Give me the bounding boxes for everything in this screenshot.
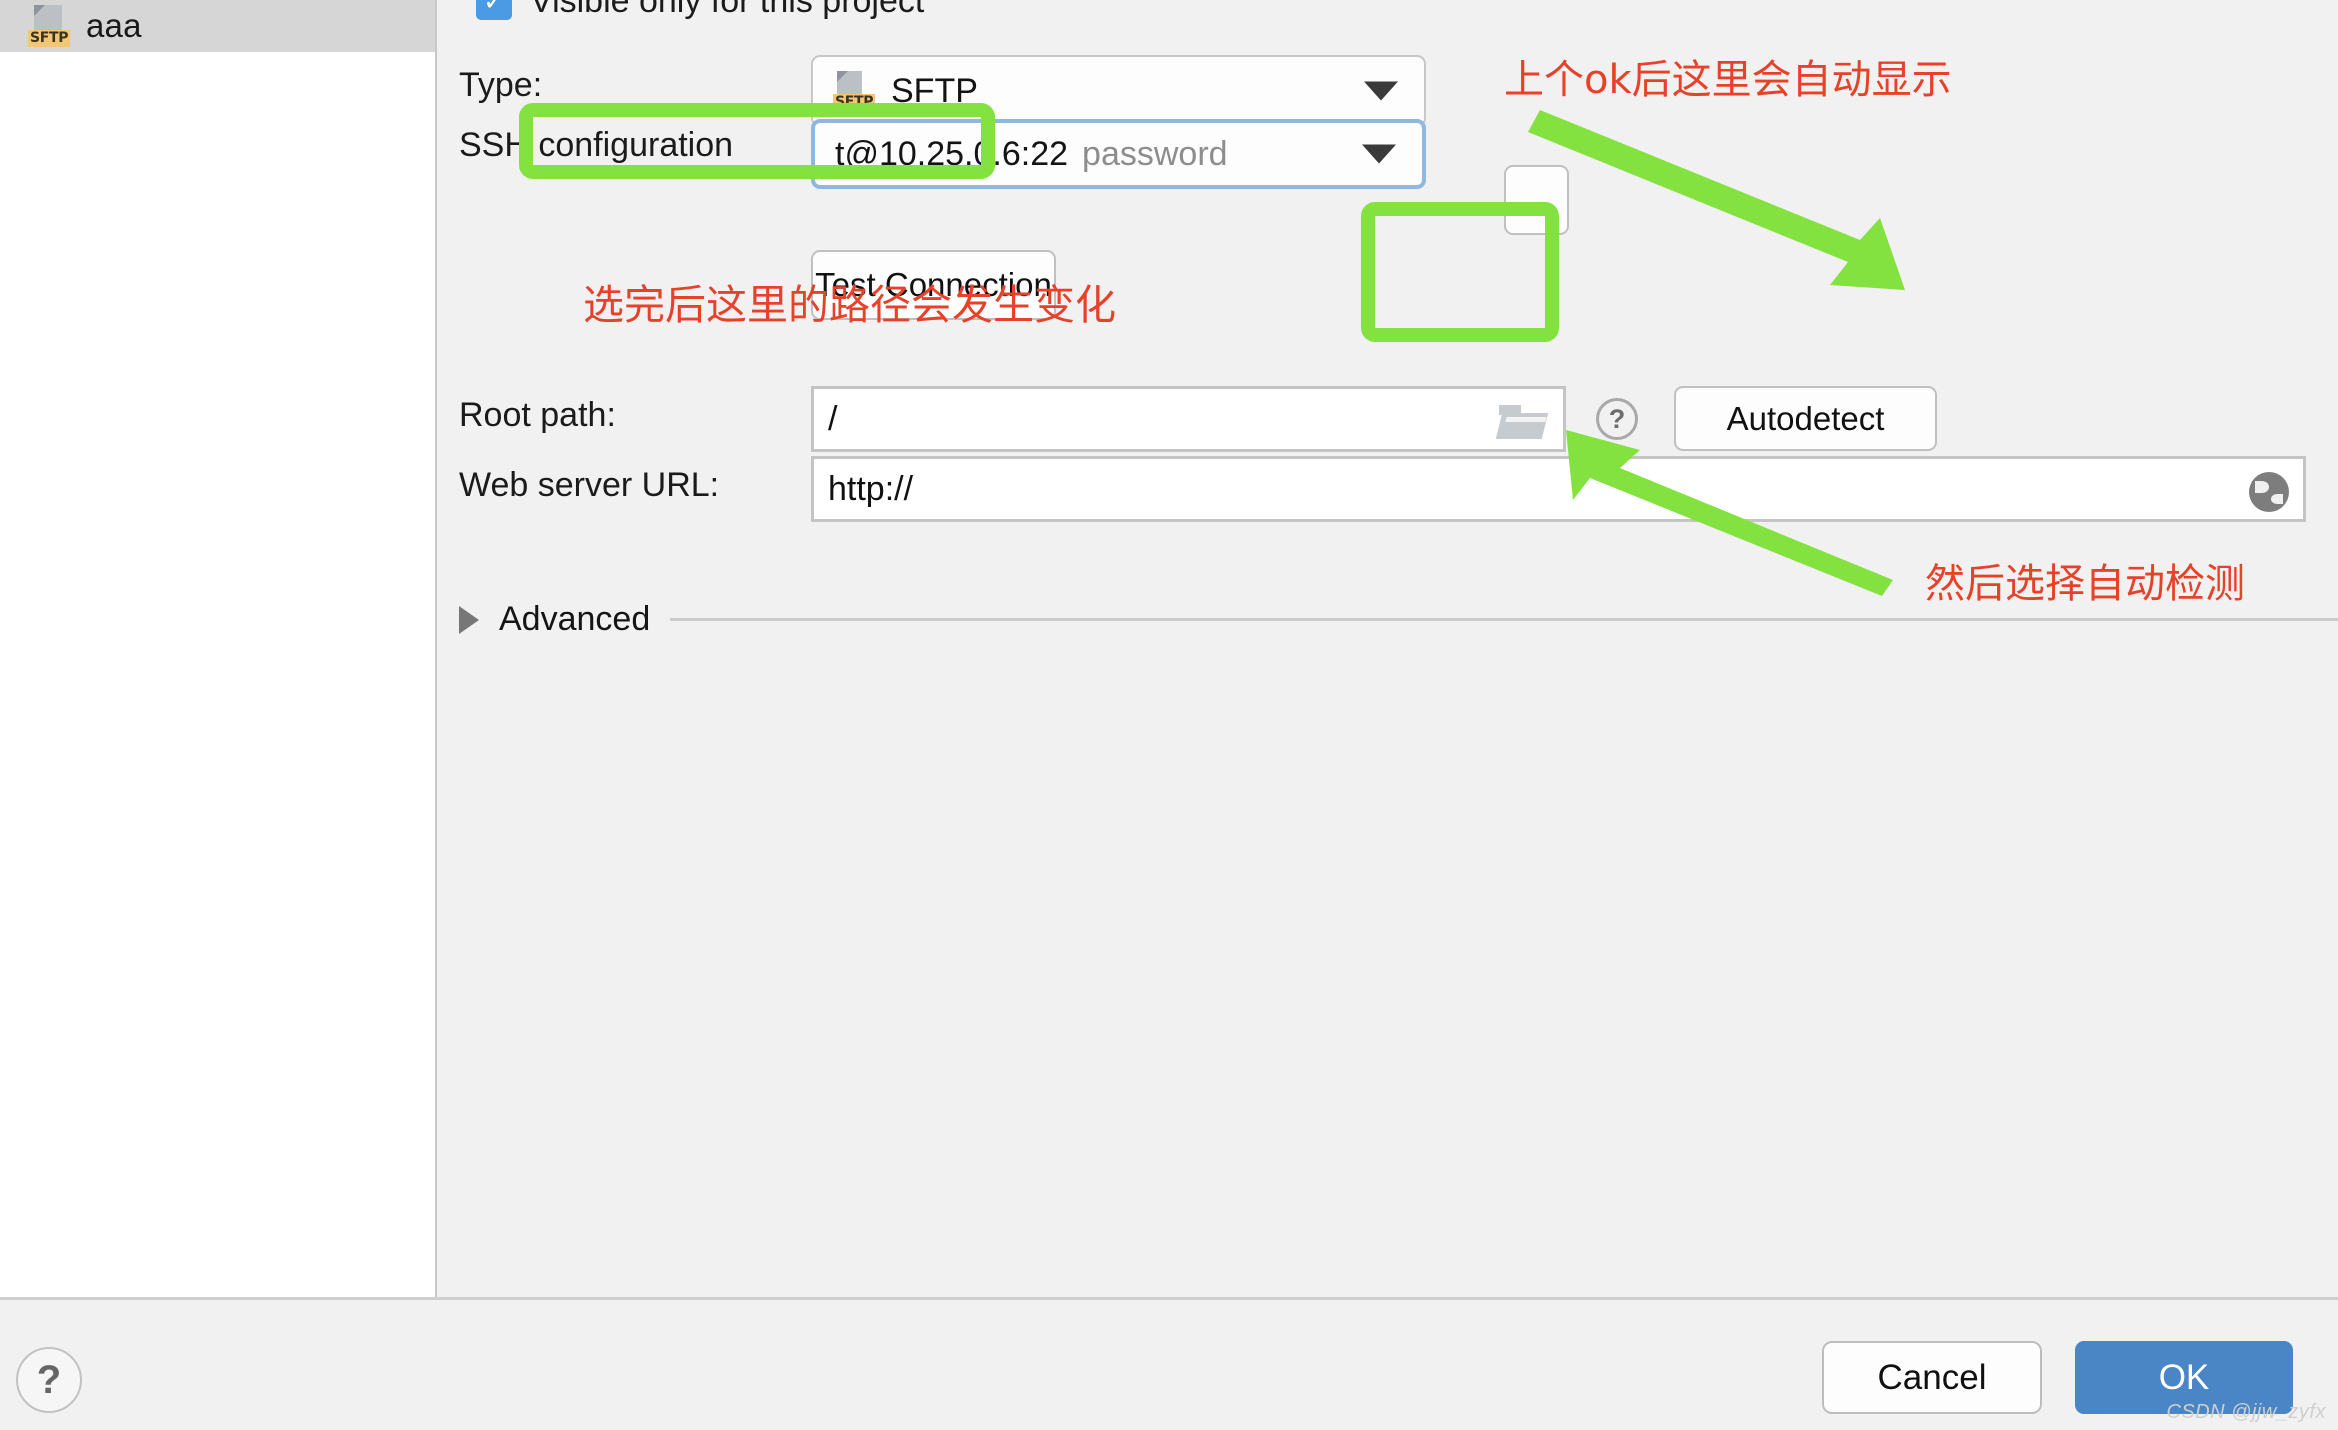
ssh-configuration-label: SSH configuration — [459, 126, 734, 164]
ssh-configuration-dropdown[interactable]: t@10.25.0.6:22 password — [811, 119, 1426, 189]
list-item[interactable]: SFTP aaa — [0, 0, 435, 52]
type-dropdown[interactable]: SFTP SFTP — [811, 55, 1426, 127]
section-divider — [670, 618, 2338, 621]
web-server-url-label: Web server URL: — [459, 466, 720, 504]
root-path-label: Root path: — [459, 396, 616, 434]
type-dropdown-value: SFTP SFTP — [813, 71, 978, 111]
ssh-configuration-auth-type: password — [1082, 134, 1228, 173]
sftp-badge-label: SFTP — [28, 30, 71, 47]
globe-icon[interactable] — [2249, 472, 2289, 512]
watermark: CSDN @jjw_zyfx — [2166, 1401, 2326, 1423]
root-path-help-icon[interactable]: ? — [1596, 398, 1638, 440]
visible-only-for-project-checkbox[interactable]: ✓ Visible only for this project — [476, 0, 924, 21]
ssh-configuration-browse-button[interactable]: ... — [1504, 165, 1569, 235]
dialog-window: SFTP aaa ✓ Visible only for this project… — [0, 0, 2338, 1430]
list-item-label: aaa — [86, 7, 142, 44]
web-server-url-input[interactable]: http:// — [811, 456, 2306, 522]
sftp-icon: SFTP — [28, 5, 72, 47]
help-button[interactable]: ? — [16, 1347, 82, 1413]
autodetect-button[interactable]: Autodetect — [1674, 386, 1937, 451]
sftp-badge-label: SFTP — [833, 94, 876, 111]
deployment-server-list: SFTP aaa — [0, 0, 437, 1297]
triangle-right-icon[interactable] — [459, 605, 479, 634]
advanced-label: Advanced — [499, 600, 651, 638]
server-settings-panel: ✓ Visible only for this project Type: SF… — [439, 0, 2338, 1297]
type-label: Type: — [459, 66, 543, 104]
sftp-icon: SFTP — [833, 71, 877, 111]
root-path-input[interactable]: / — [811, 386, 1566, 452]
ssh-configuration-value: t@10.25.0.6:22 password — [815, 135, 1228, 174]
checkbox-checked-icon[interactable]: ✓ — [476, 0, 512, 20]
visible-only-for-project-label: Visible only for this project — [530, 0, 925, 20]
chevron-down-icon[interactable] — [1364, 81, 1398, 101]
type-dropdown-text: SFTP — [891, 71, 978, 110]
chevron-down-icon[interactable] — [1362, 144, 1396, 164]
web-server-url-value: http:// — [828, 469, 914, 508]
root-path-value: / — [828, 399, 838, 438]
test-connection-button[interactable]: Test Connection — [811, 250, 1056, 320]
ssh-configuration-text: t@10.25.0.6:22 — [835, 134, 1069, 173]
cancel-button[interactable]: Cancel — [1822, 1341, 2042, 1414]
folder-icon[interactable] — [1495, 405, 1549, 439]
advanced-section-header[interactable]: Advanced — [459, 600, 2338, 639]
